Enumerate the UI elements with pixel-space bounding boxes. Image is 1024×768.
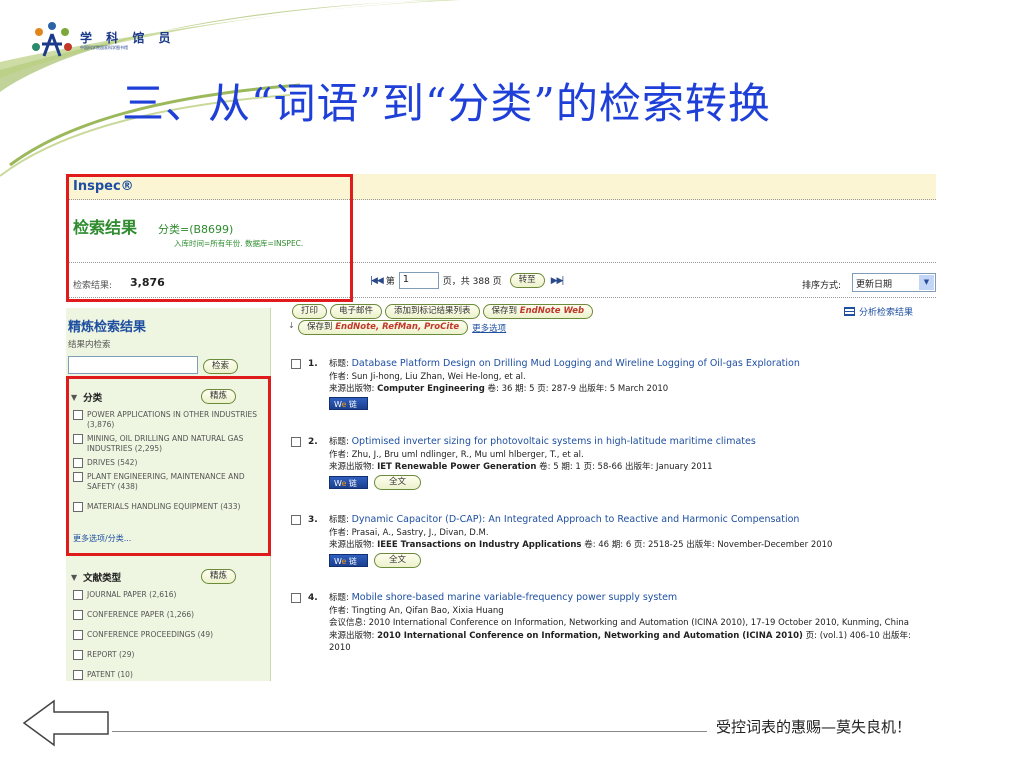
result-title-link[interactable]: Mobile shore-based marine variable-frequ… [352, 592, 678, 603]
analyze-results-link[interactable]: 分析检索结果 [844, 305, 913, 318]
logo-name: 学 科 馆 员 [80, 31, 176, 45]
doctype-filter-item[interactable]: JOURNAL PAPER (2,616) [73, 590, 258, 600]
link-resolver-button[interactable]: We 链 [329, 396, 368, 410]
action-bar-2: 保存到 EndNote, RefMan, ProCite 更多选项 [298, 320, 506, 335]
checkbox[interactable] [291, 593, 301, 603]
footer-line [112, 731, 707, 732]
checkbox[interactable] [73, 590, 83, 600]
result-authors: Prasai, A., Sastry, J., Divan, D.M. [351, 527, 489, 538]
email-button[interactable]: 电子邮件 [330, 304, 383, 319]
highlight-box-query [66, 174, 353, 302]
save-endnote-web-button[interactable]: 保存到 EndNote Web [482, 304, 594, 319]
sort-selected-value: 更新日期 [856, 280, 893, 290]
result-conference: 2010 International Conference on Informa… [368, 618, 909, 628]
link-resolver-button[interactable]: We 链 [329, 475, 368, 489]
result-title-link[interactable]: Optimised inverter sizing for photovolta… [352, 436, 756, 447]
search-within-input[interactable] [68, 356, 198, 374]
doctype-label: 文献类型 [83, 573, 122, 584]
search-within-button[interactable]: 检索 [203, 359, 239, 374]
result-source: 2010 International Conference on Informa… [377, 630, 803, 641]
checkbox[interactable] [73, 630, 83, 640]
doctype-filter-item[interactable]: CONFERENCE PROCEEDINGS (49) [73, 630, 258, 640]
result-source: Computer Engineering [377, 384, 485, 394]
print-button[interactable]: 打印 [292, 304, 328, 319]
result-authors: Tingting An, Qifan Bao, Xixia Huang [351, 605, 504, 616]
triangle-down-icon[interactable]: ▼ [71, 573, 77, 582]
logo-mark-icon [32, 22, 72, 57]
result-authors: Zhu, J., Bru uml ndlinger, R., Mu uml hl… [351, 449, 584, 460]
doctype-filter-item[interactable]: REPORT (29) [73, 650, 258, 660]
result-number: 4. [308, 593, 318, 603]
slide-title: 三、从“词语”到“分类”的检索转换 [122, 79, 771, 128]
chevron-down-icon[interactable]: ▼ [919, 275, 934, 290]
action-bar: 打印 电子邮件 添加到标记结果列表 保存到 EndNote Web [292, 304, 594, 319]
result-source: IEEE Transactions on Industry Applicatio… [377, 540, 582, 550]
slide: 学 科 馆 员 中国科学院国家科学图书馆 三、从“词语”到“分类”的检索转换 I… [0, 0, 1024, 768]
more-options-link[interactable]: 更多选项 [472, 322, 506, 334]
result-title-link[interactable]: Dynamic Capacitor (D-CAP): An Integrated… [352, 514, 800, 525]
checkbox[interactable] [291, 437, 301, 447]
pager: |◀ ◀ 第 1 页，共 388 页 转至 ▶ ▶| [370, 272, 565, 289]
result-title-link[interactable]: Database Platform Design on Drilling Mud… [352, 358, 800, 369]
result-number: 1. [308, 359, 318, 369]
checkbox[interactable] [73, 650, 83, 660]
result-details: 卷: 5 期: 1 页: 58-66 出版年: January 2011 [539, 462, 713, 472]
logo-subtitle: 中国科学院国家科学图书馆 [80, 45, 128, 50]
doctype-section-header[interactable]: ▼ 文献类型 精炼 [71, 569, 261, 584]
next-last-page-icon[interactable]: ▶ ▶| [551, 276, 565, 286]
add-marked-button[interactable]: 添加到标记结果列表 [385, 304, 480, 319]
checkbox[interactable] [73, 670, 83, 680]
result-source: IET Renewable Power Generation [377, 462, 537, 472]
logo: 学 科 馆 员 中国科学院国家科学图书馆 [30, 20, 176, 62]
footer-tagline: 受控词表的惠赐—莫失良机！ [716, 718, 912, 736]
go-button[interactable]: 转至 [509, 273, 545, 288]
page-total: 页，共 388 页 [442, 277, 502, 287]
checkbox[interactable] [291, 359, 301, 369]
page-label: 第 [385, 277, 395, 287]
back-arrow-icon[interactable] [20, 698, 112, 748]
fulltext-button[interactable]: 全文 [374, 552, 422, 568]
result-authors: Sun Ji-hong, Liu Zhan, Wei He-long, et a… [351, 371, 526, 382]
result-details: 卷: 46 期: 6 页: 2518-25 出版年: November-Dece… [584, 540, 833, 550]
link-resolver-button[interactable]: We 链 [329, 553, 368, 567]
doctype-refine-button[interactable]: 精炼 [201, 569, 237, 584]
result-number: 2. [308, 437, 318, 447]
select-arrow-icon: ↓ [288, 321, 295, 330]
sort-label: 排序方式: [802, 281, 842, 291]
refine-title: 精炼检索结果 [68, 320, 147, 335]
doctype-filter-item[interactable]: PATENT (10) [73, 670, 258, 680]
fulltext-button[interactable]: 全文 [374, 474, 422, 490]
sort-select[interactable]: 更新日期 ▼ [852, 273, 936, 292]
search-within-label: 结果内检索 [68, 340, 111, 350]
first-prev-page-icon[interactable]: |◀ ◀ [370, 276, 384, 286]
checkbox[interactable] [73, 610, 83, 620]
doctype-filter-item[interactable]: CONFERENCE PAPER (1,266) [73, 610, 258, 620]
save-endnote-button[interactable]: 保存到 EndNote, RefMan, ProCite [298, 320, 469, 335]
analyze-icon [844, 307, 855, 316]
page-number-input[interactable]: 1 [398, 272, 439, 289]
result-number: 3. [308, 515, 318, 525]
result-details: 卷: 36 期: 5 页: 287-9 出版年: 5 March 2010 [487, 384, 669, 394]
highlight-box-category [66, 376, 271, 556]
inspec-screenshot: Inspec® 检索结果 分类=(B8699) 入库时间=所有年份. 数据库=I… [66, 174, 936, 681]
checkbox[interactable] [291, 515, 301, 525]
